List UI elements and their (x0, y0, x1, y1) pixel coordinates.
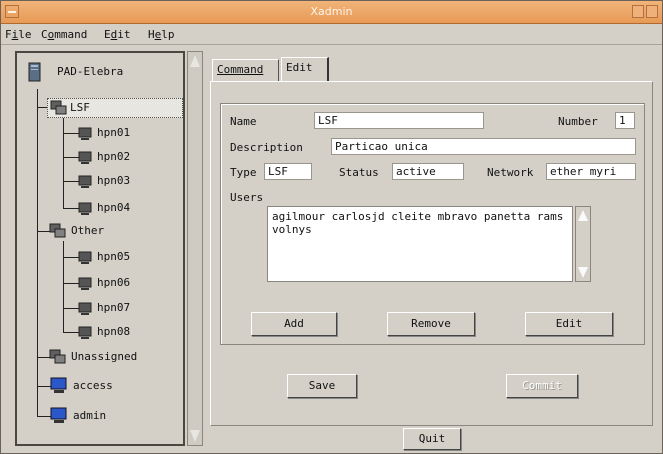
tree-item-label: admin (73, 409, 107, 422)
server-icon (28, 62, 41, 82)
add-button[interactable]: Add (251, 312, 337, 336)
node-icon (78, 127, 92, 140)
tree-node-label: hpn05 (97, 250, 131, 263)
save-button[interactable]: Save (287, 374, 357, 398)
minimize-icon[interactable] (632, 5, 644, 18)
node-icon (78, 277, 92, 290)
node-icon (78, 326, 92, 339)
tree-scrollbar[interactable] (187, 51, 203, 446)
window-controls (632, 5, 658, 18)
quit-button[interactable]: Quit (403, 428, 461, 450)
tree-item-label: access (73, 379, 113, 392)
tree-node-label: hpn03 (97, 174, 131, 187)
node-icon (78, 251, 92, 264)
scroll-up-icon[interactable] (578, 210, 588, 221)
monitor-icon (50, 377, 67, 393)
tree-node-label: hpn04 (97, 201, 131, 214)
type-field[interactable]: LSF (264, 163, 312, 180)
type-label: Type (230, 166, 257, 179)
users-textarea[interactable]: agilmour carlosjd cleite mbravo panetta … (267, 206, 573, 282)
node-group-icon (50, 100, 67, 115)
tree-group-label: LSF (70, 101, 90, 114)
name-field[interactable]: LSF (314, 112, 484, 129)
tab-edit[interactable]: Edit (281, 57, 329, 81)
node-group-icon (49, 223, 66, 238)
menu-help[interactable]: Help (148, 28, 175, 41)
node-icon (78, 202, 92, 215)
monitor-icon (50, 407, 67, 423)
tree-node-label: hpn02 (97, 150, 131, 163)
scroll-down-icon[interactable] (190, 430, 200, 442)
commit-button: Commit (506, 374, 578, 398)
tree-group-lsf[interactable]: LSF (47, 98, 183, 118)
users-scrollbar[interactable] (575, 206, 591, 282)
cluster-tree[interactable]: PAD-Elebra LSF hpn01 hpn02 hpn03 hpn04 O… (15, 51, 185, 446)
menu-bar: File Command Edit Help (1, 24, 662, 45)
window-title: Xadmin (310, 5, 353, 18)
number-label: Number (558, 115, 598, 128)
tree-node-label: hpn08 (97, 325, 131, 338)
scroll-up-icon[interactable] (190, 55, 200, 67)
number-field[interactable]: 1 (615, 112, 635, 129)
description-field[interactable]: Particao unica (331, 138, 636, 155)
node-icon (78, 302, 92, 315)
menu-file[interactable]: File (5, 28, 32, 41)
title-bar[interactable]: Xadmin (1, 1, 662, 24)
scroll-down-icon[interactable] (578, 267, 588, 278)
menu-command[interactable]: Command (41, 28, 87, 41)
tree-node-label: hpn06 (97, 276, 131, 289)
tab-label: Command (217, 63, 264, 76)
edit-button[interactable]: Edit (525, 312, 613, 336)
maximize-icon[interactable] (646, 5, 658, 18)
status-label: Status (339, 166, 379, 179)
name-label: Name (230, 115, 257, 128)
description-label: Description (230, 141, 303, 154)
node-icon (78, 151, 92, 164)
menu-edit[interactable]: Edit (104, 28, 131, 41)
tree-group-label: Other (71, 224, 105, 237)
application-window: Xadmin File Command Edit Help PAD-Elebra… (0, 0, 663, 454)
tab-command[interactable]: Command (212, 59, 279, 81)
remove-button[interactable]: Remove (387, 312, 475, 336)
tree-node-label: hpn01 (97, 126, 131, 139)
tree-root-label: PAD-Elebra (57, 65, 124, 78)
status-field[interactable]: active (392, 163, 464, 180)
tree-node-label: hpn07 (97, 301, 131, 314)
users-label: Users (230, 191, 264, 204)
network-label: Network (487, 166, 534, 179)
tree-group-label: Unassigned (71, 350, 138, 363)
tab-label: Edit (286, 61, 313, 74)
node-icon (78, 175, 92, 188)
network-field[interactable]: ether myri (546, 163, 636, 180)
node-group-icon (49, 349, 66, 364)
